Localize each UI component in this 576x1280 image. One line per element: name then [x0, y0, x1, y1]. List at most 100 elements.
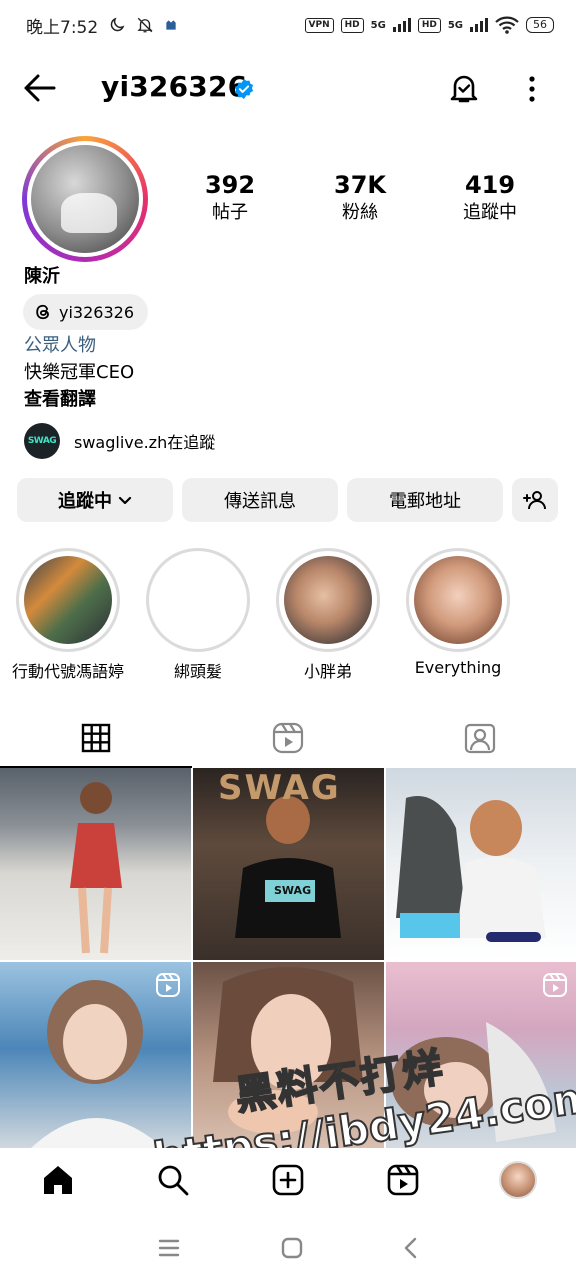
- reels-nav-icon: [387, 1164, 419, 1196]
- stat-following[interactable]: 419 追蹤中: [425, 170, 555, 226]
- see-translation-link[interactable]: 查看翻譯: [24, 385, 96, 411]
- grid-icon: [81, 723, 111, 753]
- hd-badge-1: HD: [340, 17, 364, 33]
- stat-followers-count: 37K: [334, 171, 386, 199]
- status-bar: 晚上7:52 VPN HD 5G HD 5G 56: [0, 0, 576, 50]
- header-username: yi326326: [101, 70, 248, 103]
- profile-actions: 追蹤中 傳送訊息 電郵地址: [17, 478, 559, 522]
- search-icon: [158, 1165, 189, 1196]
- stat-followers-label: 粉絲: [342, 202, 378, 223]
- nav-reels[interactable]: [346, 1163, 461, 1197]
- post-photo: [70, 782, 122, 954]
- profile-header: yi326326: [0, 62, 576, 114]
- home-square-icon[interactable]: [281, 1237, 303, 1259]
- post-thumbnail[interactable]: [193, 962, 384, 1154]
- post-swag-sign: SWAG: [218, 768, 341, 808]
- profile-bio: 快樂冠軍CEO: [24, 362, 135, 383]
- notification-bell-icon[interactable]: [446, 70, 482, 106]
- highlight-label: 行動代號馮語婷: [11, 662, 124, 681]
- highlight-label: 小胖弟: [303, 662, 352, 681]
- network-label-2: 5G: [447, 19, 463, 31]
- nav-search[interactable]: [115, 1163, 230, 1197]
- threads-icon: [36, 304, 49, 320]
- stat-posts[interactable]: 392 帖子: [165, 170, 295, 226]
- add-post-icon: [272, 1164, 304, 1196]
- threads-badge[interactable]: yi326326: [23, 294, 148, 330]
- highlight-label: 綁頭髮: [173, 662, 222, 681]
- highlight-item[interactable]: 行動代號馮語婷: [3, 548, 133, 682]
- post-photo: [396, 796, 546, 942]
- system-navigation-bar: [0, 1215, 576, 1280]
- app-notification-icon: [166, 20, 176, 30]
- stat-following-count: 419: [464, 171, 516, 199]
- highlight-item[interactable]: 綁頭髮: [133, 548, 263, 682]
- post-thumbnail[interactable]: [0, 962, 191, 1154]
- profile-stats: 392 帖子 37K 粉絲 419 追蹤中: [165, 170, 555, 226]
- back-chevron-icon[interactable]: [403, 1237, 419, 1259]
- highlight-item[interactable]: 小胖弟: [263, 548, 393, 682]
- post-thumbnail[interactable]: SWAG SWAG: [193, 768, 384, 960]
- signal-icon-1: [392, 18, 411, 32]
- post-thumbnail[interactable]: [386, 962, 576, 1154]
- tab-tagged[interactable]: [384, 708, 576, 768]
- reels-icon: [272, 722, 304, 754]
- highlight-cover: [284, 556, 372, 644]
- home-icon: [43, 1166, 72, 1194]
- more-options-icon[interactable]: [520, 74, 544, 104]
- message-button-label: 傳送訊息: [224, 491, 296, 512]
- wifi-icon: [495, 16, 519, 34]
- nav-home[interactable]: [0, 1163, 115, 1197]
- verified-badge-icon: [234, 78, 254, 100]
- tab-posts-grid[interactable]: [0, 708, 192, 768]
- message-button[interactable]: 傳送訊息: [182, 478, 338, 522]
- battery-indicator: 56: [526, 17, 554, 33]
- reel-badge-icon: [543, 973, 567, 997]
- post-shirt-text: SWAG: [274, 884, 312, 897]
- profile-category: 公眾人物: [24, 335, 96, 356]
- signal-icon-2: [470, 18, 488, 32]
- reel-badge-icon: [156, 973, 180, 997]
- followed-by-avatar: SWAG: [24, 423, 60, 459]
- recents-menu-icon[interactable]: [157, 1238, 181, 1258]
- stat-posts-label: 帖子: [212, 202, 248, 223]
- network-label-1: 5G: [370, 19, 386, 31]
- moon-icon: [110, 17, 125, 32]
- post-thumbnail[interactable]: [0, 768, 191, 960]
- story-highlights: 行動代號馮語婷 綁頭髮 小胖弟 Everything: [0, 548, 576, 681]
- followed-by-row[interactable]: SWAG swaglive.zh在追蹤: [24, 423, 215, 459]
- profile-avatar: [31, 145, 139, 253]
- add-person-icon: [523, 491, 546, 510]
- vpn-badge: VPN: [304, 17, 334, 33]
- back-arrow-icon[interactable]: [22, 72, 58, 104]
- mute-bell-icon: [137, 17, 153, 33]
- status-time: 晚上7:52: [26, 17, 99, 38]
- suggested-users-button[interactable]: [512, 478, 558, 522]
- stat-posts-count: 392: [204, 171, 256, 199]
- highlight-label: Everything: [414, 658, 502, 677]
- bottom-navigation: [0, 1148, 576, 1212]
- nav-profile[interactable]: [461, 1161, 576, 1199]
- email-button-label: 電郵地址: [389, 491, 461, 512]
- highlight-cover: [154, 556, 242, 644]
- tab-reels[interactable]: [192, 708, 384, 768]
- threads-handle: yi326326: [59, 302, 134, 322]
- profile-full-name: 陳沂: [24, 266, 60, 287]
- nav-create[interactable]: [230, 1163, 345, 1197]
- posts-grid: SWAG SWAG: [0, 768, 576, 1154]
- tagged-person-icon: [464, 723, 496, 754]
- highlight-cover: [24, 556, 112, 644]
- profile-avatar-story-ring[interactable]: [22, 136, 148, 262]
- stat-followers[interactable]: 37K 粉絲: [295, 170, 425, 226]
- post-photo: [213, 967, 363, 1134]
- highlight-cover: [414, 556, 502, 644]
- hd-badge-2: HD: [417, 17, 441, 33]
- chevron-down-icon: [118, 496, 132, 505]
- profile-content-tabs: [0, 708, 576, 768]
- post-thumbnail[interactable]: [386, 768, 576, 960]
- followed-by-text: swaglive.zh在追蹤: [74, 433, 216, 452]
- email-button[interactable]: 電郵地址: [347, 478, 503, 522]
- stat-following-label: 追蹤中: [463, 202, 517, 223]
- highlight-item[interactable]: Everything: [393, 548, 523, 677]
- following-button[interactable]: 追蹤中: [17, 478, 173, 522]
- following-button-label: 追蹤中: [58, 491, 112, 512]
